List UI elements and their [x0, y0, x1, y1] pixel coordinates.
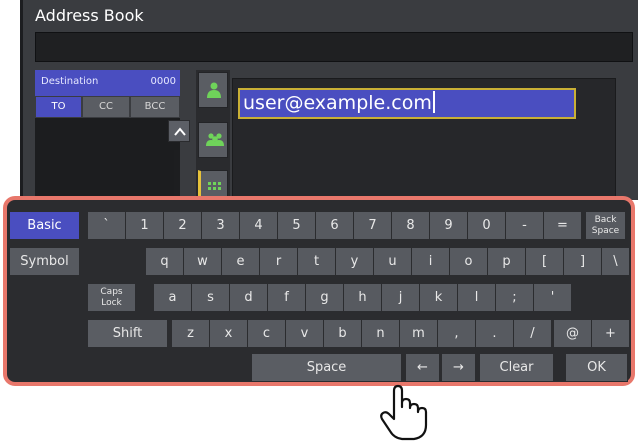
key-5[interactable]: 5	[278, 212, 316, 240]
key-e[interactable]: e	[222, 248, 260, 276]
key-0[interactable]: 0	[468, 212, 506, 240]
dialog-title: Address Book	[35, 6, 144, 25]
scroll-up-button[interactable]	[168, 120, 190, 142]
key-g[interactable]: g	[306, 284, 344, 312]
key-apostrophe[interactable]: '	[534, 284, 572, 312]
key-a[interactable]: a	[154, 284, 192, 312]
key-n[interactable]: n	[362, 320, 400, 348]
key-3[interactable]: 3	[202, 212, 240, 240]
tab-to[interactable]: TO	[36, 97, 81, 117]
key-w[interactable]: w	[184, 248, 222, 276]
key-caps-lock[interactable]: Caps Lock	[88, 284, 136, 312]
key-2[interactable]: 2	[164, 212, 202, 240]
key-right-arrow[interactable]: →	[442, 354, 476, 382]
key-backspace[interactable]: Back Space	[586, 212, 626, 240]
caps-line1: Caps	[100, 287, 123, 297]
key-symbol[interactable]: Symbol	[10, 248, 80, 276]
scroll-track[interactable]	[174, 150, 180, 200]
key-6[interactable]: 6	[316, 212, 354, 240]
key-slash[interactable]: /	[514, 320, 552, 348]
destination-count: 0000	[150, 76, 176, 87]
key-o[interactable]: o	[450, 248, 488, 276]
key-b[interactable]: b	[324, 320, 362, 348]
key-plus[interactable]: +	[592, 320, 630, 348]
address-display-bar	[35, 32, 633, 62]
chevron-up-icon	[174, 127, 186, 136]
tab-bcc[interactable]: BCC	[131, 97, 179, 117]
person-icon	[207, 82, 221, 98]
key-q[interactable]: q	[146, 248, 184, 276]
key-backtick[interactable]: `	[88, 212, 126, 240]
key-p[interactable]: p	[488, 248, 526, 276]
key-comma[interactable]: ,	[438, 320, 476, 348]
key-period[interactable]: .	[476, 320, 514, 348]
group-entry-button[interactable]	[198, 122, 228, 158]
key-d[interactable]: d	[230, 284, 268, 312]
pointing-hand-icon	[380, 384, 428, 441]
key-y[interactable]: y	[336, 248, 374, 276]
destination-panel: Destination 0000 TO CC BCC	[35, 70, 180, 200]
key-minus[interactable]: -	[506, 212, 544, 240]
group-icon	[206, 133, 224, 146]
key-shift[interactable]: Shift	[88, 320, 168, 348]
text-caret	[432, 91, 435, 113]
destination-header: Destination 0000	[35, 70, 180, 96]
key-z[interactable]: z	[172, 320, 210, 348]
backspace-line1: Back	[594, 215, 617, 225]
key-clear[interactable]: Clear	[480, 354, 554, 382]
key-s[interactable]: s	[192, 284, 230, 312]
key-t[interactable]: t	[298, 248, 336, 276]
stage: { "dialog": { "title": "Address Book", "…	[0, 0, 638, 444]
key-k[interactable]: k	[420, 284, 458, 312]
destination-tabs: TO CC BCC	[35, 96, 180, 118]
key-v[interactable]: v	[286, 320, 324, 348]
key-ok[interactable]: OK	[566, 354, 628, 382]
key-c[interactable]: c	[248, 320, 286, 348]
key-h[interactable]: h	[344, 284, 382, 312]
key-7[interactable]: 7	[354, 212, 392, 240]
email-input-field[interactable]: user@example.com	[238, 88, 576, 119]
key-x[interactable]: x	[210, 320, 248, 348]
backspace-line2: Space	[591, 226, 620, 236]
key-left-bracket[interactable]: [	[526, 248, 564, 276]
key-1[interactable]: 1	[126, 212, 164, 240]
caps-line2: Lock	[101, 298, 122, 308]
key-backslash[interactable]: \	[602, 248, 630, 276]
key-9[interactable]: 9	[430, 212, 468, 240]
key-right-bracket[interactable]: ]	[564, 248, 602, 276]
key-left-arrow[interactable]: ←	[406, 354, 440, 382]
destination-label: Destination	[41, 76, 99, 87]
key-j[interactable]: j	[382, 284, 420, 312]
on-screen-keyboard: Basic ` 1 2 3 4 5 6 7 8 9 0 - = Back Spac…	[6, 206, 632, 382]
key-r[interactable]: r	[260, 248, 298, 276]
key-semicolon[interactable]: ;	[496, 284, 534, 312]
grid-icon	[208, 182, 221, 190]
entry-type-column	[196, 70, 230, 206]
key-f[interactable]: f	[268, 284, 306, 312]
key-8[interactable]: 8	[392, 212, 430, 240]
key-l[interactable]: l	[458, 284, 496, 312]
key-basic[interactable]: Basic	[10, 212, 80, 240]
key-m[interactable]: m	[400, 320, 438, 348]
key-4[interactable]: 4	[240, 212, 278, 240]
key-at[interactable]: @	[554, 320, 592, 348]
key-u[interactable]: u	[374, 248, 412, 276]
key-i[interactable]: i	[412, 248, 450, 276]
person-entry-button[interactable]	[198, 72, 228, 108]
tab-cc[interactable]: CC	[83, 97, 129, 117]
email-input-value: user@example.com	[243, 92, 432, 114]
key-space[interactable]: Space	[252, 354, 402, 382]
destination-scroll	[168, 120, 190, 200]
key-equals[interactable]: =	[544, 212, 582, 240]
